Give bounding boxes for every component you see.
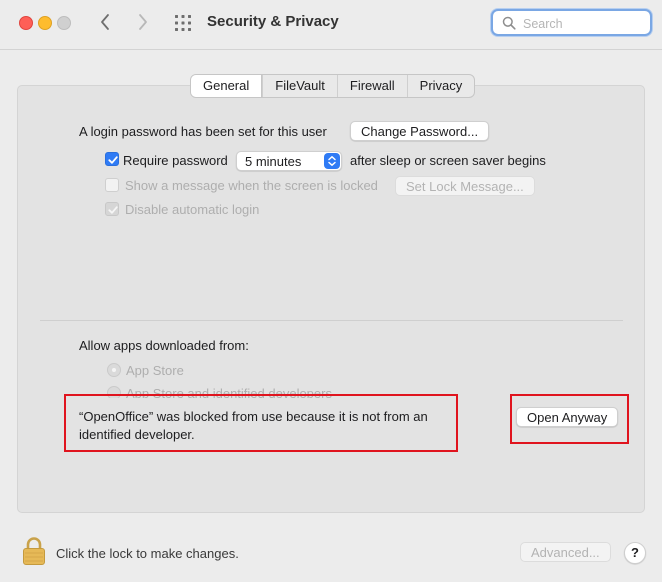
require-password-checkbox[interactable] [105,152,119,166]
tab-filevault[interactable]: FileVault [262,75,337,97]
login-password-text: A login password has been set for this u… [79,124,327,139]
tab-bar: General FileVault Firewall Privacy [190,74,476,98]
chevron-left-icon[interactable] [96,12,116,32]
tab-privacy[interactable]: Privacy [406,75,475,97]
disable-autologin-checkbox[interactable] [105,202,119,216]
tab-general[interactable]: General [191,75,263,97]
radio-app-store-label: App Store [126,363,184,378]
show-all-grid-icon[interactable] [174,14,192,32]
blocked-message-highlight [64,394,458,452]
lock-icon[interactable] [22,536,46,566]
close-window-button[interactable] [19,16,33,30]
advanced-button[interactable]: Advanced... [520,542,611,562]
checkmark-icon [108,206,118,214]
title-bar: Security & Privacy [0,0,662,50]
search-field[interactable] [491,9,652,36]
window-title: Security & Privacy [207,13,339,30]
allow-apps-heading: Allow apps downloaded from: [79,338,249,353]
section-divider [40,320,623,321]
search-icon [502,16,516,30]
show-message-checkbox[interactable] [105,178,119,192]
checkmark-icon [108,156,118,164]
show-message-label: Show a message when the screen is locked [125,178,378,193]
change-password-button[interactable]: Change Password... [350,121,490,141]
tab-firewall[interactable]: Firewall [336,75,407,97]
after-sleep-text: after sleep or screen saver begins [350,153,546,168]
require-password-interval-select[interactable]: 5 minutes [236,151,342,171]
require-password-interval-value: 5 minutes [245,154,302,169]
lock-hint-text: Click the lock to make changes. [56,546,239,561]
updown-chevron-icon [324,153,340,169]
minimize-window-button[interactable] [38,16,52,30]
radio-app-store[interactable] [107,363,121,377]
zoom-window-button[interactable] [57,16,71,30]
open-anyway-highlight [510,394,629,444]
set-lock-message-button[interactable]: Set Lock Message... [395,176,535,196]
chevron-right-icon[interactable] [132,12,152,32]
disable-autologin-label: Disable automatic login [125,202,260,217]
help-button[interactable]: ? [624,542,646,564]
require-password-label: Require password [123,153,228,168]
search-input[interactable] [521,14,650,34]
